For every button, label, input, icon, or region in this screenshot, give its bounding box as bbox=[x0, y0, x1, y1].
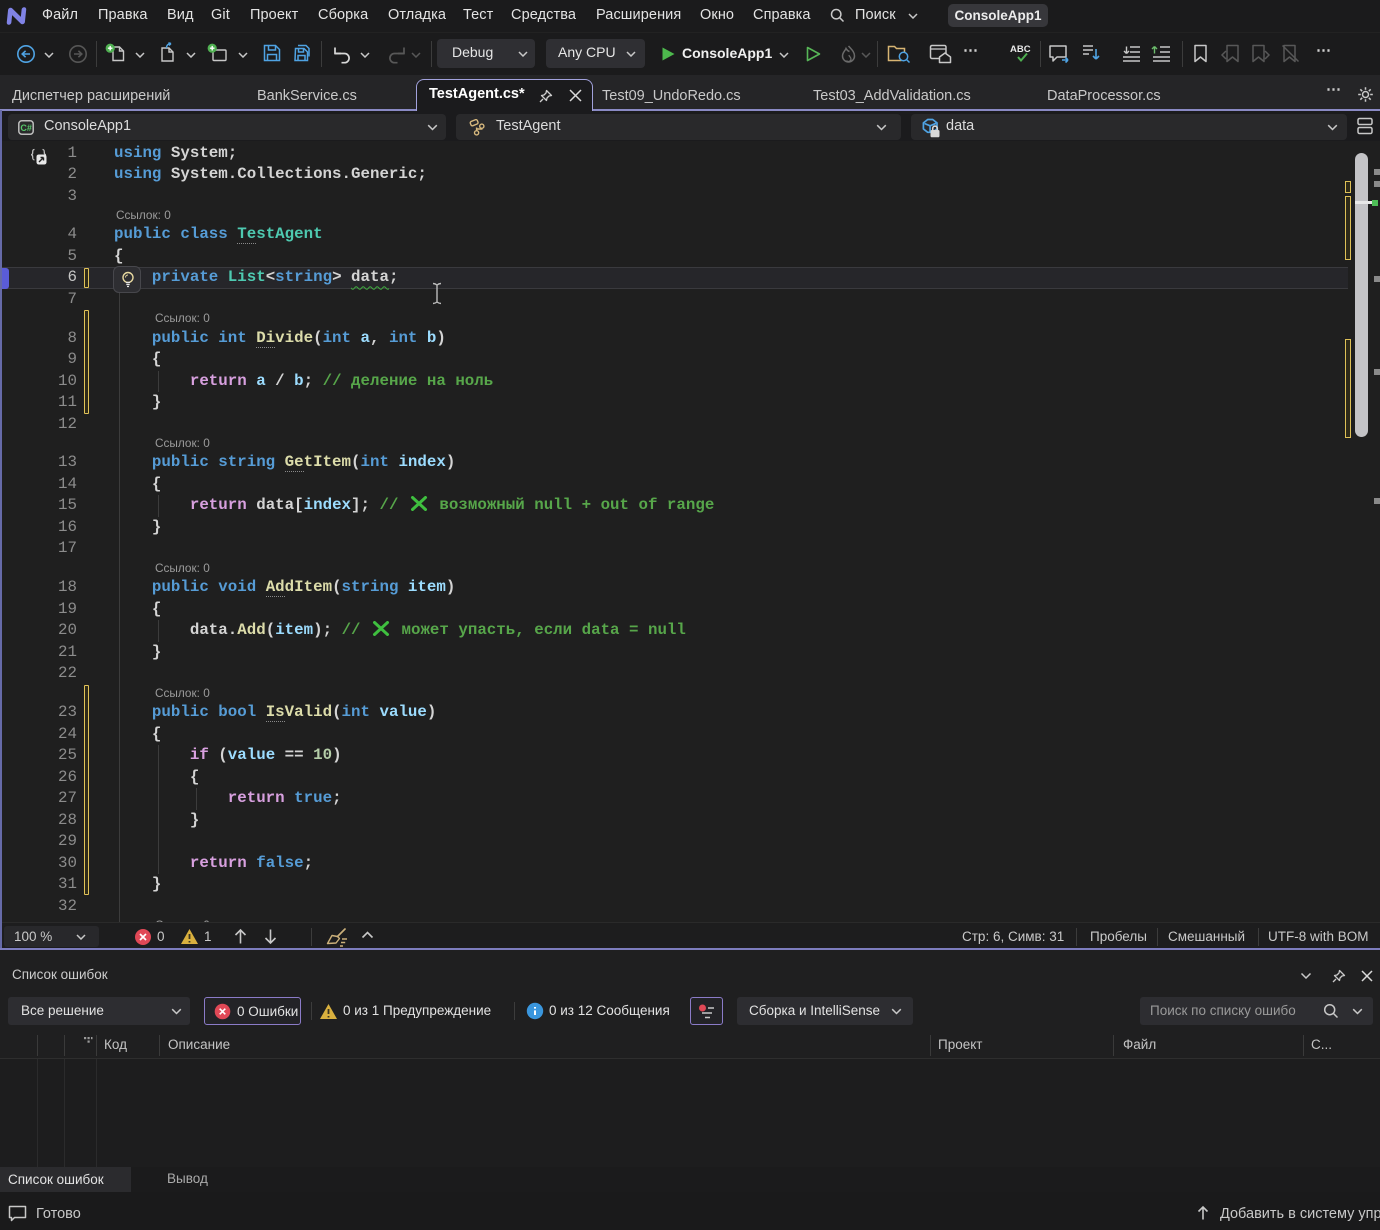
svg-text:ABC: ABC bbox=[1010, 44, 1031, 55]
svg-text:C#: C# bbox=[20, 123, 32, 133]
